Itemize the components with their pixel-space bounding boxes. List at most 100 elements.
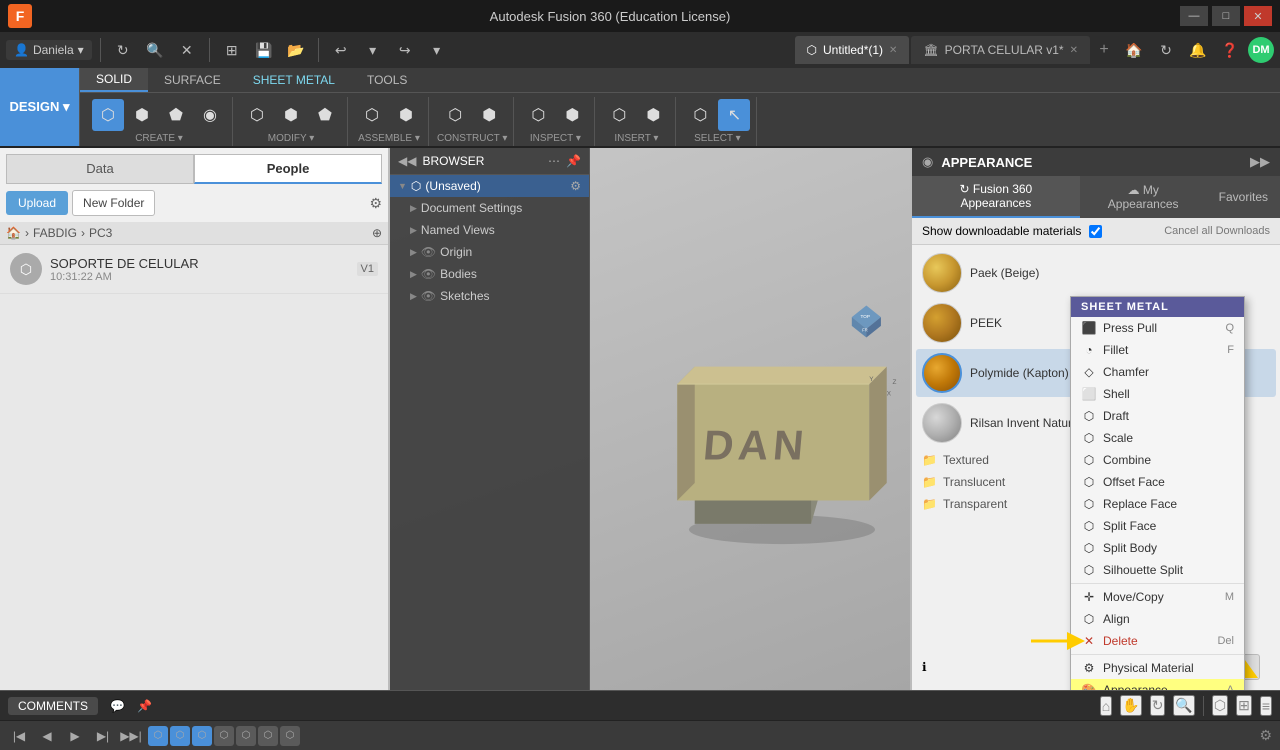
tab-people[interactable]: People bbox=[194, 154, 382, 184]
tl-item-6[interactable]: ⬡ bbox=[258, 726, 278, 746]
info-icon[interactable]: ℹ bbox=[922, 660, 927, 674]
new-tab-button[interactable]: + bbox=[1092, 38, 1116, 62]
maximize-button[interactable]: □ bbox=[1212, 6, 1240, 26]
cm-combine[interactable]: ⬡ Combine bbox=[1071, 449, 1244, 471]
tl-item-3[interactable]: ⬡ bbox=[192, 726, 212, 746]
undo-arrow[interactable]: ▾ bbox=[359, 36, 387, 64]
help-button[interactable]: ❓ bbox=[1216, 36, 1244, 64]
browser-origin[interactable]: ▶ 👁 Origin bbox=[390, 241, 589, 263]
tab-solid[interactable]: SOLID bbox=[80, 68, 148, 92]
tab-surface[interactable]: SURFACE bbox=[148, 68, 237, 92]
undo-button[interactable]: ↩ bbox=[327, 36, 355, 64]
modify-btn-1[interactable]: ⬡ bbox=[241, 99, 273, 131]
cm-replace-face[interactable]: ⬡ Replace Face bbox=[1071, 493, 1244, 515]
grid-view-button[interactable]: ⊞ bbox=[1236, 695, 1252, 716]
cm-split-body[interactable]: ⬡ Split Body bbox=[1071, 537, 1244, 559]
cm-delete[interactable]: ✕ Delete Del bbox=[1071, 630, 1244, 652]
create-btn-1[interactable]: ⬡ bbox=[92, 99, 124, 131]
tl-play[interactable]: ▶ bbox=[64, 725, 86, 747]
browser-sketches[interactable]: ▶ 👁 Sketches bbox=[390, 285, 589, 307]
user-avatar[interactable]: DM bbox=[1248, 37, 1274, 63]
tl-end[interactable]: ▶▶| bbox=[120, 725, 142, 747]
upload-button[interactable]: Upload bbox=[6, 191, 68, 215]
tab-porta[interactable]: 🏛 PORTA CELULAR v1* ✕ bbox=[911, 36, 1090, 64]
modify-btn-3[interactable]: ⬟ bbox=[309, 99, 341, 131]
redo-button[interactable]: ↪ bbox=[391, 36, 419, 64]
tl-start[interactable]: |◀ bbox=[8, 725, 30, 747]
home-view-button[interactable]: ⌂ bbox=[1100, 696, 1112, 716]
close-panel-button[interactable]: ✕ bbox=[173, 36, 201, 64]
viewport[interactable]: ◀◀ BROWSER ⋯ 📌 ▼ ⬡ (Unsaved) ⚙ ▶ Documen… bbox=[390, 148, 1280, 690]
tab-sheet-metal[interactable]: SHEET METAL bbox=[237, 68, 351, 92]
refresh-button[interactable]: ↻ bbox=[109, 36, 137, 64]
cm-offset-face[interactable]: ⬡ Offset Face bbox=[1071, 471, 1244, 493]
cm-align[interactable]: ⬡ Align bbox=[1071, 608, 1244, 630]
more-options-button[interactable]: ≡ bbox=[1260, 696, 1272, 716]
assemble-btn-1[interactable]: ⬡ bbox=[356, 99, 388, 131]
eye-icon-origin[interactable]: 👁 bbox=[421, 245, 436, 259]
sync-button[interactable]: ↻ bbox=[1152, 36, 1180, 64]
ap-expand-button[interactable]: ▶▶ bbox=[1250, 154, 1270, 170]
select-btn-active[interactable]: ↖ bbox=[718, 99, 750, 131]
redo-arrow[interactable]: ▾ bbox=[423, 36, 451, 64]
cm-chamfer[interactable]: ◇ Chamfer bbox=[1071, 361, 1244, 383]
assemble-btn-2[interactable]: ⬢ bbox=[390, 99, 422, 131]
cm-move-copy[interactable]: ✛ Move/Copy M bbox=[1071, 586, 1244, 608]
cancel-downloads-label[interactable]: Cancel all Downloads bbox=[1164, 225, 1270, 237]
tl-item-4[interactable]: ⬡ bbox=[214, 726, 234, 746]
cm-draft[interactable]: ⬡ Draft bbox=[1071, 405, 1244, 427]
close-button[interactable]: ✕ bbox=[1244, 6, 1272, 26]
create-btn-2[interactable]: ⬢ bbox=[126, 99, 158, 131]
eye-icon-sketches[interactable]: 👁 bbox=[421, 289, 436, 303]
cm-scale[interactable]: ⬡ Scale bbox=[1071, 427, 1244, 449]
pan-button[interactable]: ✋ bbox=[1120, 695, 1141, 716]
cm-silhouette-split[interactable]: ⬡ Silhouette Split bbox=[1071, 559, 1244, 581]
tab-close[interactable]: ✕ bbox=[889, 45, 897, 56]
cm-appearance[interactable]: 🎨 Appearance A bbox=[1071, 679, 1244, 690]
browser-named-views[interactable]: ▶ Named Views bbox=[390, 219, 589, 241]
settings-icon[interactable]: ⚙ bbox=[570, 179, 581, 193]
home-icon[interactable]: 🏠 bbox=[6, 226, 21, 240]
cm-press-pull[interactable]: ⬛ Press Pull Q bbox=[1071, 317, 1244, 339]
tl-item-7[interactable]: ⬡ bbox=[280, 726, 300, 746]
browser-item-unsaved[interactable]: ▼ ⬡ (Unsaved) ⚙ bbox=[390, 175, 589, 197]
save-button[interactable]: 💾 bbox=[250, 36, 278, 64]
new-folder-button[interactable]: New Folder bbox=[72, 190, 155, 216]
tl-settings-icon[interactable]: ⚙ bbox=[1259, 727, 1272, 744]
grid-button[interactable]: ⊞ bbox=[218, 36, 246, 64]
minimize-button[interactable]: — bbox=[1180, 6, 1208, 26]
orbit-button[interactable]: ↻ bbox=[1150, 695, 1166, 716]
ap-tab-fusion[interactable]: ↻ Fusion 360 Appearances bbox=[912, 176, 1080, 218]
tab-data[interactable]: Data bbox=[6, 154, 194, 184]
show-downloadable-checkbox[interactable] bbox=[1089, 225, 1102, 238]
comments-tab[interactable]: COMMENTS bbox=[8, 697, 98, 715]
tl-item-1[interactable]: ⬡ bbox=[148, 726, 168, 746]
select-btn-1[interactable]: ⬡ bbox=[684, 99, 716, 131]
notification-button[interactable]: 🔔 bbox=[1184, 36, 1212, 64]
ap-tab-favorites[interactable]: Favorites bbox=[1207, 176, 1280, 218]
tl-next[interactable]: ▶| bbox=[92, 725, 114, 747]
cm-physical-material[interactable]: ⚙ Physical Material bbox=[1071, 657, 1244, 679]
ap-tab-my[interactable]: ☁ My Appearances bbox=[1080, 176, 1207, 218]
browser-options[interactable]: ⋯ bbox=[548, 154, 560, 168]
create-btn-3[interactable]: ⬟ bbox=[160, 99, 192, 131]
browser-collapse[interactable]: ◀◀ bbox=[398, 154, 416, 168]
eye-icon-bodies[interactable]: 👁 bbox=[421, 267, 436, 281]
breadcrumb-fabdig[interactable]: FABDIG bbox=[33, 226, 77, 240]
inspect-btn-1[interactable]: ⬡ bbox=[522, 99, 554, 131]
inspect-btn-2[interactable]: ⬢ bbox=[556, 99, 588, 131]
tab-tools[interactable]: TOOLS bbox=[351, 68, 423, 92]
tab-porta-close[interactable]: ✕ bbox=[1070, 45, 1078, 56]
comments-pin[interactable]: 📌 bbox=[137, 699, 152, 713]
cm-shell[interactable]: ⬜ Shell bbox=[1071, 383, 1244, 405]
model-viewport[interactable]: DAN TOP FR Z Y X bbox=[590, 148, 910, 690]
tl-prev[interactable]: ◀ bbox=[36, 725, 58, 747]
tl-item-5[interactable]: ⬡ bbox=[236, 726, 256, 746]
construct-btn-2[interactable]: ⬢ bbox=[473, 99, 505, 131]
display-mode-button[interactable]: ⬡ bbox=[1212, 695, 1228, 716]
insert-btn-2[interactable]: ⬢ bbox=[637, 99, 669, 131]
breadcrumb-pc3[interactable]: PC3 bbox=[89, 226, 112, 240]
browser-bodies[interactable]: ▶ 👁 Bodies bbox=[390, 263, 589, 285]
cm-split-face[interactable]: ⬡ Split Face bbox=[1071, 515, 1244, 537]
browser-doc-settings[interactable]: ▶ Document Settings bbox=[390, 197, 589, 219]
